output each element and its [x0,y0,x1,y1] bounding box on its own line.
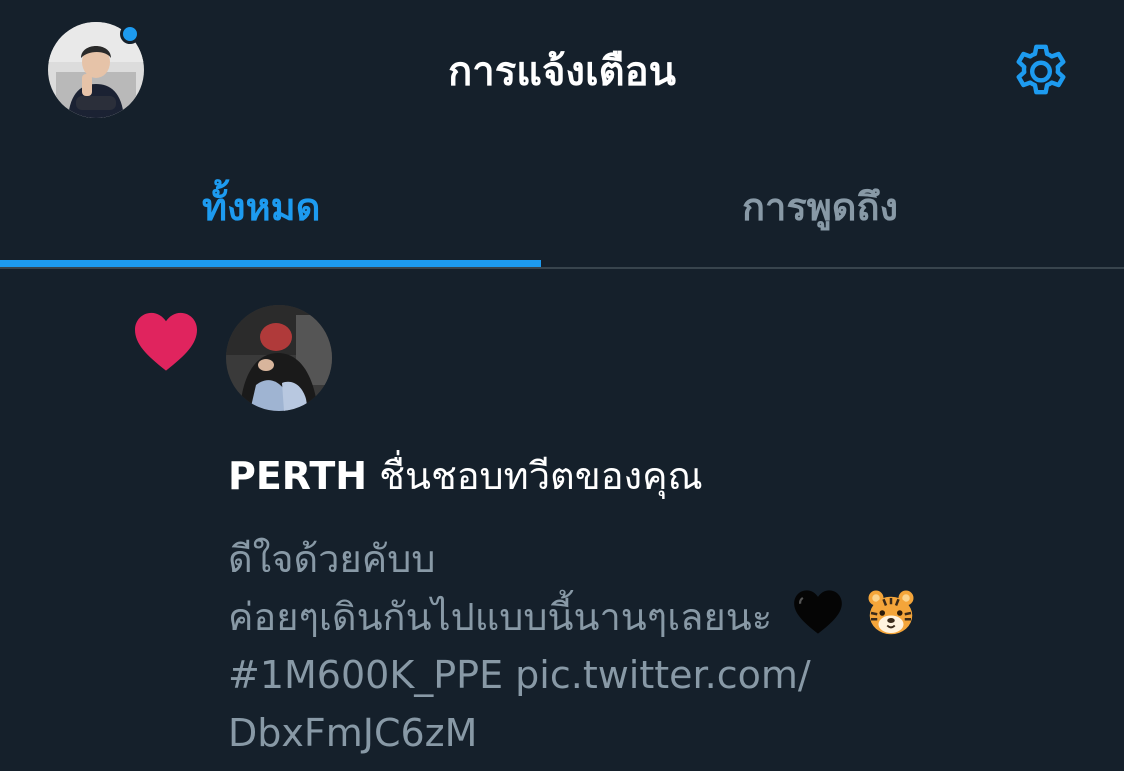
tweet-line-2-text: ค่อยๆเดินกันไปแบบนี้นานๆเลยนะ [228,595,773,639]
user-photo [226,305,332,411]
action-text: ชื่นชอบทวีตของคุณ [367,454,703,498]
tab-mentions[interactable]: การพูดถึง [541,150,1124,262]
tweet-line-2: ค่อยๆเดินกันไปแบบนี้นานๆเลยนะ [228,588,1108,646]
notification-text: PERTH ชื่นชอบทวีตของคุณ [228,448,703,504]
pic-link-tail[interactable]: DbxFmJC6zM [228,704,1108,762]
hashtag-link-line[interactable]: #1M600K_PPE pic.twitter.com/ [228,646,1108,704]
heart-icon [132,310,200,372]
user-avatar[interactable] [226,305,332,411]
tab-mentions-label: การพูดถึง [742,184,899,229]
notifications-screen: การแจ้งเตือน ทั้งหมด การพูดถึง PERTH ชื่… [0,0,1124,771]
black-heart-emoji [792,588,844,636]
tab-all-label: ทั้งหมด [202,184,321,229]
tweet-line-1: ดีใจด้วยคับบ [228,537,436,581]
top-bar: การแจ้งเตือน [0,0,1124,140]
tiger-face-emoji [866,588,916,638]
gear-icon[interactable] [1008,38,1074,104]
tweet-preview[interactable]: ดีใจด้วยคับบ ค่อยๆเดินกันไปแบบนี้นานๆเลย… [228,530,1108,762]
tabs-divider [0,267,1124,269]
user-name[interactable]: PERTH [228,454,367,498]
notification-tabs: ทั้งหมด การพูดถึง [0,150,1124,268]
page-title: การแจ้งเตือน [448,49,676,95]
tab-all[interactable]: ทั้งหมด [0,150,541,262]
unread-indicator-dot [120,24,140,44]
